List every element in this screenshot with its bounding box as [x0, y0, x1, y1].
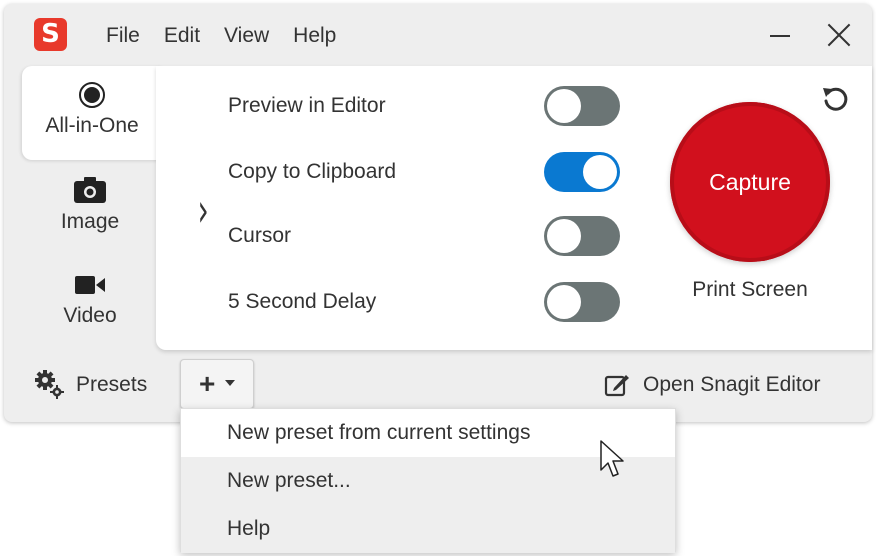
option-label-copy-to-clipboard: Copy to Clipboard: [228, 160, 397, 183]
expand-chevron-icon[interactable]: ›: [198, 187, 209, 233]
gear-icon[interactable]: [34, 369, 64, 399]
menu-item-help[interactable]: Help: [181, 505, 675, 553]
menu-bar: File Edit View Help: [106, 24, 360, 48]
video-camera-icon: [75, 276, 105, 294]
mouse-pointer-icon: [600, 440, 624, 477]
snagit-capture-window: S File Edit View Help All-in-One Image V…: [4, 4, 872, 422]
option-label-cursor: Cursor: [228, 224, 292, 247]
edit-icon: [604, 375, 629, 397]
camera-icon: [74, 177, 106, 203]
menu-view[interactable]: View: [224, 24, 269, 48]
record-icon: [79, 82, 105, 108]
menu-edit[interactable]: Edit: [164, 24, 200, 48]
toggle-cursor[interactable]: [544, 216, 620, 256]
menu-help[interactable]: Help: [293, 24, 336, 48]
mode-tab-label: All-in-One: [45, 114, 139, 137]
toggle-copy-to-clipboard[interactable]: [544, 152, 620, 192]
title-bar: S File Edit View Help: [4, 4, 872, 66]
capture-settings-panel: › Preview in Editor Copy to Clipboard Cu…: [156, 66, 872, 350]
open-snagit-editor-button[interactable]: Open Snagit Editor: [643, 373, 820, 397]
toggle-5-second-delay[interactable]: [544, 282, 620, 322]
add-preset-button[interactable]: +: [180, 359, 254, 409]
toggle-knob: [583, 155, 617, 189]
close-button[interactable]: [826, 22, 852, 48]
mode-tab-all-in-one[interactable]: All-in-One: [22, 66, 162, 160]
option-label-preview-in-editor: Preview in Editor: [228, 94, 386, 117]
toggle-preview-in-editor[interactable]: [544, 86, 620, 126]
capture-hotkey-label: Print Screen: [692, 278, 808, 301]
menu-file[interactable]: File: [106, 24, 140, 48]
plus-icon: +: [199, 368, 216, 399]
mode-tab-video[interactable]: Video: [24, 274, 156, 328]
mode-tab-image[interactable]: Image: [24, 176, 156, 234]
chevron-down-icon: [225, 380, 235, 386]
toggle-knob: [547, 89, 581, 123]
toggle-knob: [547, 219, 581, 253]
toggle-knob: [547, 285, 581, 319]
option-label-5-second-delay: 5 Second Delay: [228, 290, 377, 313]
mode-tab-label: Image: [60, 210, 120, 233]
capture-button[interactable]: Capture: [670, 102, 830, 262]
add-preset-dropdown-menu: New preset from current settings New pre…: [180, 408, 676, 553]
presets-button[interactable]: Presets: [76, 373, 147, 397]
snagit-logo-icon: S: [34, 18, 67, 51]
reset-icon[interactable]: [820, 84, 850, 114]
minimize-button[interactable]: [770, 35, 790, 37]
mode-tab-label: Video: [63, 304, 117, 327]
